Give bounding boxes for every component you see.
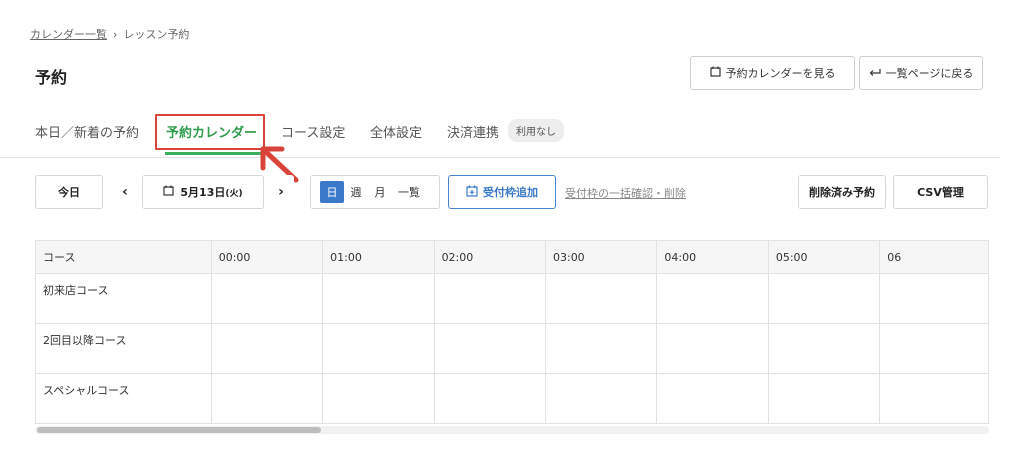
table-row: 初来店コース: [35, 273, 989, 324]
hour-column-header: 01:00: [322, 240, 435, 274]
breadcrumb-link-calendar-list[interactable]: カレンダー一覧: [30, 26, 107, 42]
table-row: スペシャルコース: [35, 373, 989, 424]
active-tab-underline: [165, 152, 261, 155]
prev-day-button[interactable]: ‹: [112, 175, 138, 209]
annotation-highlight-box: [155, 114, 265, 150]
time-slot-cell[interactable]: [544, 273, 658, 324]
time-slot-cell[interactable]: [767, 323, 881, 374]
calendar-icon: [163, 185, 174, 199]
course-name: 初来店コース: [35, 273, 212, 324]
time-slot-cell[interactable]: [210, 323, 324, 374]
tab-bar: 本日／新着の予約 予約カレンダー コース設定 全体設定 決済連携 利用なし: [0, 112, 1000, 158]
schedule-grid: コース 00:00 01:00 02:00 03:00 04:00 05:00 …: [35, 240, 989, 426]
schedule-table: コース 00:00 01:00 02:00 03:00 04:00 05:00 …: [35, 240, 989, 424]
view-reservation-calendar-label: 予約カレンダーを見る: [725, 67, 836, 80]
page-title: 予約: [35, 68, 68, 87]
view-day-button[interactable]: 日: [320, 181, 344, 203]
breadcrumb-current: レッスン予約: [123, 28, 190, 41]
time-slot-cell[interactable]: [322, 273, 435, 324]
back-to-list-label: 一覧ページに戻る: [885, 67, 974, 80]
time-slot-cell[interactable]: [879, 373, 989, 424]
calendar-icon: [709, 66, 721, 80]
course-column-header: コース: [35, 240, 212, 274]
deleted-reservations-button[interactable]: 削除済み予約: [798, 175, 886, 209]
tab-global-settings[interactable]: 全体設定: [370, 122, 422, 141]
tab-course-settings[interactable]: コース設定: [281, 122, 345, 141]
bulk-slot-management-link[interactable]: 受付枠の一括確認・削除: [565, 185, 686, 201]
view-switcher: 日 週 月 一覧: [310, 175, 440, 209]
time-slot-cell[interactable]: [210, 273, 324, 324]
time-slot-cell[interactable]: [656, 273, 769, 324]
add-slot-button[interactable]: 受付枠追加: [448, 175, 556, 209]
hour-column-header: 04:00: [656, 240, 769, 274]
view-week-button[interactable]: 週: [344, 181, 368, 203]
current-date: 5月13日: [180, 186, 226, 199]
add-slot-label: 受付枠追加: [483, 186, 538, 199]
grid-header-row: コース 00:00 01:00 02:00 03:00 04:00 05:00 …: [35, 240, 989, 274]
time-slot-cell[interactable]: [544, 323, 658, 374]
breadcrumb-separator: ›: [113, 27, 118, 41]
hour-column-header: 05:00: [767, 240, 881, 274]
course-name: 2回目以降コース: [35, 323, 212, 374]
time-slot-cell[interactable]: [656, 373, 769, 424]
hour-column-header: 03:00: [544, 240, 658, 274]
csv-management-button[interactable]: CSV管理: [893, 175, 988, 209]
hour-column-header: 02:00: [433, 240, 546, 274]
return-arrow-icon: [869, 67, 881, 80]
time-slot-cell[interactable]: [210, 373, 324, 424]
back-to-list-button[interactable]: 一覧ページに戻る: [859, 56, 983, 90]
time-slot-cell[interactable]: [322, 323, 435, 374]
tab-payment-integration[interactable]: 決済連携: [447, 122, 499, 141]
time-slot-cell[interactable]: [879, 273, 989, 324]
hour-column-header: 00:00: [210, 240, 324, 274]
hour-column-header: 06: [879, 240, 989, 274]
view-reservation-calendar-button[interactable]: 予約カレンダーを見る: [690, 56, 855, 90]
next-day-button[interactable]: ›: [268, 175, 294, 209]
time-slot-cell[interactable]: [433, 373, 546, 424]
view-month-button[interactable]: 月: [368, 181, 392, 203]
view-list-button[interactable]: 一覧: [392, 181, 426, 203]
today-button[interactable]: 今日: [35, 175, 103, 209]
breadcrumb: カレンダー一覧 › レッスン予約: [30, 26, 189, 42]
calendar-plus-icon: [466, 185, 478, 200]
status-badge: 利用なし: [508, 119, 564, 142]
time-slot-cell[interactable]: [767, 273, 881, 324]
time-slot-cell[interactable]: [433, 273, 546, 324]
time-slot-cell[interactable]: [544, 373, 658, 424]
tab-today-new[interactable]: 本日／新着の予約: [35, 122, 139, 141]
time-slot-cell[interactable]: [322, 373, 435, 424]
current-weekday: (火): [225, 189, 243, 199]
horizontal-scrollbar[interactable]: [35, 426, 989, 434]
course-name: スペシャルコース: [35, 373, 212, 424]
table-row: 2回目以降コース: [35, 323, 989, 374]
time-slot-cell[interactable]: [433, 323, 546, 374]
scrollbar-thumb[interactable]: [37, 427, 321, 433]
time-slot-cell[interactable]: [879, 323, 989, 374]
time-slot-cell[interactable]: [767, 373, 881, 424]
time-slot-cell[interactable]: [656, 323, 769, 374]
date-picker-button[interactable]: 5月13日(火): [142, 175, 264, 209]
